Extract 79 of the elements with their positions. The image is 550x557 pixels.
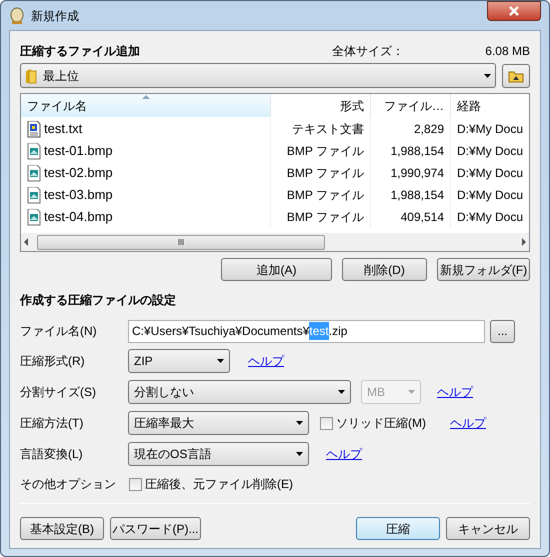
input-field[interactable]: C:¥Users¥Tsuchiya¥Documents¥test.zip	[128, 320, 485, 342]
file-name: test-04.bmp	[44, 208, 113, 226]
field-label: ファイル名(N)	[20, 323, 98, 340]
field-label: 言語変換(L)	[20, 446, 84, 463]
file-name: test.txt	[44, 120, 82, 138]
image-file-icon	[27, 142, 41, 160]
button[interactable]: 新規フォルダ(F)	[437, 258, 530, 281]
help-link[interactable]: ヘルプ	[437, 383, 473, 401]
up-folder-button[interactable]	[502, 64, 530, 88]
file-name: test-03.bmp	[44, 186, 113, 204]
dropdown[interactable]: 分割しない	[128, 380, 351, 404]
field-label: その他オプション	[20, 476, 117, 493]
checkbox-label: 圧縮後、元ファイル削除(E)	[145, 476, 293, 493]
field-label: 圧縮方法(T)	[20, 415, 84, 432]
folder-dropdown[interactable]: 最上位	[20, 63, 496, 88]
caret-icon	[484, 74, 491, 78]
total-size-label: 全体サイズ：	[332, 43, 405, 60]
button[interactable]: キャンセル	[446, 517, 530, 540]
caret-icon	[296, 452, 303, 456]
table-cell-text: D:¥My Docu	[457, 209, 524, 226]
folder-up-icon	[508, 68, 524, 82]
file-name: test-01.bmp	[44, 142, 113, 160]
table-cell-text: 1,988,154	[390, 187, 444, 204]
caret-icon	[338, 390, 345, 394]
table-cell-text: 1,988,154	[390, 143, 444, 160]
table-cell-text: テキスト文書	[292, 121, 364, 138]
table-cell-text: BMP ファイル	[286, 187, 364, 204]
close-button[interactable]	[487, 1, 541, 21]
section-heading: 圧縮するファイル追加	[20, 43, 141, 60]
help-link[interactable]: ヘルプ	[248, 352, 284, 370]
scrollbar-thumb[interactable]	[37, 234, 325, 250]
field-label: 圧縮形式(R)	[20, 353, 86, 370]
caret-icon	[296, 421, 303, 425]
checkbox[interactable]	[320, 416, 333, 430]
table-cell-text: 1,990,974	[390, 165, 444, 182]
file-name: test-02.bmp	[44, 164, 113, 182]
dropdown[interactable]: ZIP	[128, 349, 230, 373]
button[interactable]: 基本設定(B)	[20, 517, 104, 540]
close-icon	[508, 6, 520, 16]
sort-arrow-icon	[142, 95, 150, 99]
dropdown[interactable]: 圧縮率最大	[128, 411, 309, 435]
checkbox[interactable]	[129, 478, 142, 490]
checkbox-label: ソリッド圧縮(M)	[336, 415, 426, 432]
table-cell-text: BMP ファイル	[286, 143, 364, 160]
table-cell-text: 2,829	[414, 121, 444, 138]
button[interactable]: パスワード(P)...	[110, 517, 201, 540]
help-link[interactable]: ヘルプ	[326, 445, 362, 463]
table-cell-text: D:¥My Docu	[457, 121, 524, 138]
caret-icon	[217, 359, 224, 363]
caret-icon	[408, 390, 415, 394]
section-heading: 作成する圧縮ファイルの設定	[20, 292, 177, 309]
total-size-value: 6.08 MB	[484, 43, 530, 60]
button[interactable]: 圧縮	[356, 517, 440, 540]
column-header[interactable]: ファイル名	[21, 94, 271, 117]
table-cell-text: D:¥My Docu	[457, 143, 524, 160]
image-file-icon	[27, 208, 41, 226]
image-file-icon	[27, 164, 41, 182]
button[interactable]: 追加(A)	[221, 258, 332, 281]
scroll-right-icon	[522, 238, 526, 246]
image-file-icon	[27, 186, 41, 204]
button[interactable]: 削除(D)	[342, 258, 427, 281]
text-file-icon	[27, 120, 41, 138]
table-cell-text: D:¥My Docu	[457, 165, 524, 182]
grip-icon	[178, 239, 184, 245]
table-cell-text: 409,514	[400, 209, 444, 226]
field-label: 分割サイズ(S)	[20, 384, 97, 401]
app-icon	[9, 7, 25, 25]
scrollbar[interactable]	[21, 233, 529, 251]
table-cell-text: BMP ファイル	[286, 209, 364, 226]
window-title: 新規作成	[31, 8, 79, 25]
folder-icon	[25, 68, 37, 84]
dropdown[interactable]: 現在のOS言語	[128, 442, 309, 466]
table-cell-text: BMP ファイル	[286, 165, 364, 182]
folder-name: 最上位	[43, 68, 80, 84]
help-link[interactable]: ヘルプ	[450, 414, 486, 432]
scroll-left-icon	[24, 238, 28, 246]
button[interactable]: ...	[490, 320, 515, 342]
table-cell-text: D:¥My Docu	[457, 187, 524, 204]
selected-text: test	[309, 322, 329, 340]
